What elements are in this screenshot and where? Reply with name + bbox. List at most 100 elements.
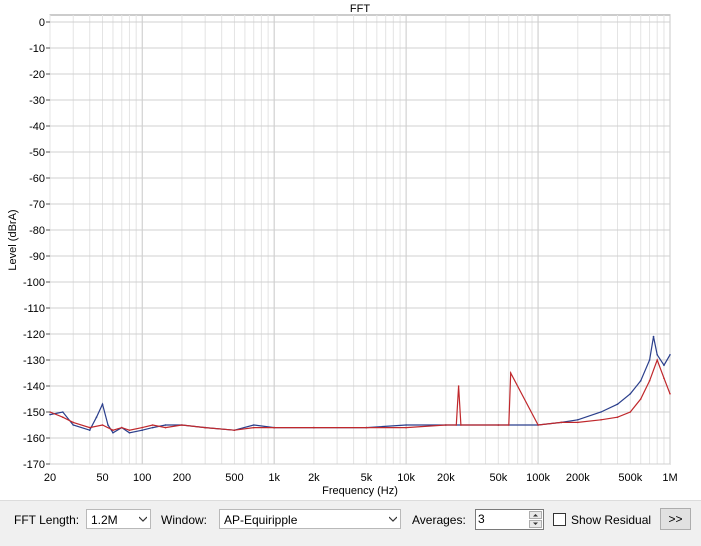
- data-point: [600, 411, 602, 413]
- fft-length-select[interactable]: 1.2M: [86, 509, 151, 529]
- x-tick-label: 200k: [566, 472, 590, 484]
- plot-area: [49, 14, 671, 465]
- data-point: [648, 359, 651, 361]
- y-tick-label: -20: [29, 69, 45, 81]
- data-point: [600, 419, 602, 421]
- y-tick-label: -50: [29, 147, 45, 159]
- data-point: [128, 429, 131, 432]
- y-tick-label: -110: [24, 303, 45, 315]
- spinner-buttons: [529, 511, 542, 528]
- show-residual-checkbox[interactable]: [553, 513, 566, 526]
- show-residual-label[interactable]: Show Residual: [571, 513, 651, 527]
- spin-up-button[interactable]: [529, 511, 542, 519]
- y-tick-label: -90: [29, 251, 45, 263]
- y-tick-label: -160: [23, 433, 45, 445]
- data-point: [49, 413, 51, 416]
- data-point: [120, 426, 123, 429]
- chart-title: FFT: [350, 3, 370, 15]
- data-point: [72, 424, 75, 426]
- data-point: [576, 419, 579, 421]
- data-point: [560, 421, 563, 424]
- y-tick-label: -70: [29, 199, 45, 211]
- y-tick-label: -140: [23, 381, 45, 393]
- data-point: [663, 364, 665, 367]
- y-tick-label: -60: [29, 173, 45, 185]
- data-point: [445, 424, 447, 426]
- y-tick-label: -120: [23, 329, 45, 341]
- y-axis-label: Level (dBrA): [7, 209, 19, 270]
- window-value: AP-Equiripple: [224, 513, 298, 527]
- data-point: [151, 426, 154, 429]
- chevron-up-icon: [533, 514, 538, 517]
- fft-length-label: FFT Length:: [14, 513, 80, 527]
- data-point: [252, 426, 255, 429]
- data-point: [616, 416, 619, 419]
- x-tick-label: 20: [44, 472, 56, 484]
- x-tick-label: 100k: [526, 472, 550, 484]
- data-point: [88, 429, 91, 432]
- averages-spinner[interactable]: 3: [475, 509, 544, 530]
- chevron-down-icon: [533, 522, 538, 525]
- data-point: [233, 429, 236, 432]
- spin-down-button[interactable]: [529, 520, 542, 528]
- data-point: [273, 426, 275, 429]
- averages-label: Averages:: [412, 513, 466, 527]
- data-point: [95, 416, 98, 419]
- chevron-down-icon: [139, 516, 147, 522]
- fft-length-value: 1.2M: [91, 513, 118, 527]
- x-axis-ticks: 20 50 100 200 500 1k 2k 5k 10k 20k 50k 100k 200k 500k…: [44, 472, 678, 484]
- data-point: [648, 380, 651, 382]
- data-point: [164, 424, 167, 426]
- window-select[interactable]: AP-Equiripple: [219, 509, 401, 529]
- data-point: [656, 359, 659, 361]
- fft-graph-panel: 0 -10 -20 -30 -40 -50 -60 -70 -80 -90 -100 -110 -120…: [0, 0, 701, 500]
- data-point: [576, 421, 579, 424]
- y-tick-label: -130: [23, 355, 45, 367]
- x-tick-label: 50: [96, 472, 108, 484]
- data-point: [112, 429, 114, 432]
- data-point: [460, 424, 462, 426]
- data-point: [164, 426, 167, 429]
- averages-value: 3: [478, 512, 485, 526]
- y-tick-label: -150: [23, 407, 45, 419]
- y-tick-label: 0: [39, 17, 45, 29]
- x-tick-label: 1k: [268, 472, 280, 484]
- data-point: [128, 432, 131, 434]
- chevron-down-icon: [389, 516, 397, 522]
- data-point: [629, 393, 632, 395]
- data-point: [669, 393, 671, 395]
- x-tick-label: 500k: [618, 472, 642, 484]
- data-point: [537, 424, 539, 426]
- data-point: [663, 377, 665, 380]
- data-point: [507, 424, 510, 426]
- data-point: [639, 380, 642, 382]
- x-tick-label: 2k: [308, 472, 320, 484]
- x-tick-label: 20k: [437, 472, 455, 484]
- y-tick-label: -80: [29, 225, 45, 237]
- data-point: [72, 421, 75, 424]
- data-point: [141, 429, 144, 432]
- data-point: [457, 385, 460, 387]
- x-tick-label: 1M: [662, 472, 677, 484]
- fft-chart: 0 -10 -20 -30 -40 -50 -60 -70 -80 -90 -100 -110 -120…: [7, 3, 678, 497]
- y-tick-label: -30: [29, 95, 45, 107]
- more-button[interactable]: >>: [660, 508, 691, 530]
- data-point: [61, 416, 64, 419]
- data-point: [639, 398, 642, 400]
- fft-settings-bar: FFT Length: 1.2M Window: AP-Equiripple A…: [0, 500, 701, 546]
- data-point: [101, 424, 104, 426]
- y-tick-label: -10: [29, 43, 45, 55]
- data-point: [204, 426, 206, 429]
- x-tick-label: 50k: [489, 472, 507, 484]
- data-point: [365, 426, 368, 429]
- y-tick-label: -170: [23, 459, 45, 471]
- data-point: [107, 424, 109, 426]
- y-tick-label: -40: [29, 121, 45, 133]
- data-point: [652, 335, 655, 338]
- x-tick-label: 500: [225, 472, 243, 484]
- data-point: [656, 354, 659, 356]
- data-point: [141, 426, 144, 429]
- data-point: [405, 426, 407, 429]
- data-point: [455, 424, 458, 426]
- data-point: [181, 424, 183, 426]
